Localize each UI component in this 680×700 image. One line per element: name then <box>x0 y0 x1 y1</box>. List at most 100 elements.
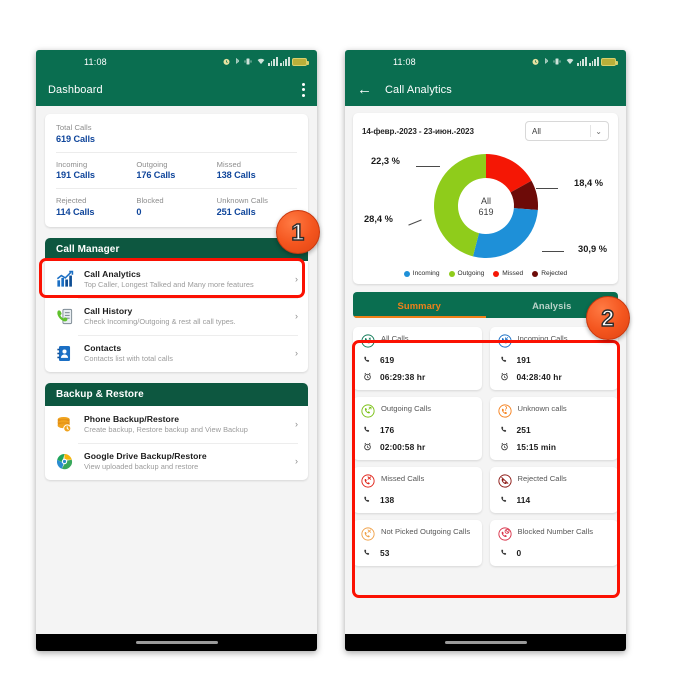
phone-right: 11:08 ← Call Analytics 14-февр.-2023 - 2… <box>345 50 626 651</box>
annotation-number: 1 <box>291 218 305 245</box>
section-title-call-manager: Call Manager <box>45 237 308 261</box>
section-backup-restore: Backup & Restore Phone Backup/Restore Cr… <box>45 382 308 480</box>
tab-summary[interactable]: Summary <box>353 292 486 318</box>
phone-icon <box>499 354 510 365</box>
signal-1-icon <box>577 57 587 66</box>
tab-bar: Summary Analysis <box>353 292 618 318</box>
section-call-manager: Call Manager Call Analytics Top Caller, … <box>45 237 308 372</box>
clock-icon <box>362 441 373 452</box>
battery-icon <box>292 57 309 66</box>
list-item-title: Contacts <box>84 342 122 353</box>
back-arrow-icon[interactable]: ← <box>357 82 372 97</box>
rejected-cell: Rejected 114 Calls <box>56 196 136 217</box>
missed-label: Missed <box>216 159 242 169</box>
phone-backup-row[interactable]: Phone Backup/Restore Create backup, Rest… <box>45 406 308 443</box>
system-nav-bar-right <box>345 634 626 651</box>
phone-icon <box>499 494 510 505</box>
contacts-icon <box>54 343 75 364</box>
card-duration: 02:00:58 hr <box>380 441 426 452</box>
stat-card-blocked-number-calls[interactable]: Blocked Number Calls 0 <box>489 520 618 566</box>
stat-card-missed-calls[interactable]: Missed Calls 138 <box>353 467 482 513</box>
card-duration-row: 02:00:58 hr <box>361 441 474 452</box>
list-item-title: Phone Backup/Restore <box>84 413 180 424</box>
card-title: Rejected Calls <box>517 474 567 483</box>
leader-line <box>542 251 564 252</box>
outgoing-cell: Outgoing 176 Calls <box>136 160 216 181</box>
google-drive-backup-row[interactable]: Google Drive Backup/Restore View uploade… <box>45 442 308 480</box>
incoming-label: Incoming <box>56 159 88 169</box>
pct-label-rejected: 18,4 % <box>574 178 603 188</box>
contacts-row[interactable]: Contacts Contacts list with total calls … <box>45 334 308 372</box>
list-item-title: Google Drive Backup/Restore <box>84 450 207 461</box>
stat-card-rejected-calls[interactable]: Rejected Calls 114 <box>489 467 618 513</box>
call-history-icon <box>54 306 75 327</box>
call-analytics-row[interactable]: Call Analytics Top Caller, Longest Talke… <box>45 261 308 298</box>
phone-icon <box>499 424 510 435</box>
not-picked-call-icon <box>361 527 375 541</box>
home-indicator[interactable] <box>135 641 218 644</box>
incoming-value: 191 Calls <box>56 170 95 180</box>
card-count: 251 <box>516 424 531 435</box>
donut-chart: All 619 22,3 % 18,4 % 28,4 % 30,9 % <box>362 145 609 267</box>
card-count-row: 191 <box>498 354 611 365</box>
signal-2-icon <box>280 57 290 66</box>
chevron-right-icon: › <box>295 419 298 429</box>
status-bar-left: 11:08 <box>36 50 317 73</box>
missed-cell: Missed 138 Calls <box>217 160 297 181</box>
filter-dropdown[interactable]: All ⌄ <box>525 121 609 141</box>
legend-item-rejected: Rejected <box>532 270 567 277</box>
card-count-row: 53 <box>361 547 474 558</box>
wifi-icon <box>566 58 574 65</box>
blocked-cell: Blocked 0 <box>136 196 216 217</box>
app-bar-left: Dashboard <box>36 73 317 106</box>
card-title: Unknown calls <box>517 404 567 413</box>
stat-card-unknown-calls[interactable]: Unknown calls 251 15:15 min <box>489 397 618 460</box>
stat-card-outgoing-calls[interactable]: Outgoing Calls 176 02:00:58 hr <box>353 397 482 460</box>
leader-line <box>536 188 558 189</box>
date-range-label[interactable]: 14-февр.-2023 - 23-июн.-2023 <box>362 127 474 136</box>
rejected-value: 114 Calls <box>56 206 95 217</box>
phone-icon <box>362 494 373 505</box>
list-item-subtitle: Create backup, Restore backup and View B… <box>84 425 248 435</box>
page-title: Call Analytics <box>385 83 452 96</box>
legend-item-missed: Missed <box>493 270 523 277</box>
annotation-badge-2: 2 <box>586 296 630 340</box>
legend-label: Incoming <box>412 270 440 277</box>
home-indicator[interactable] <box>444 641 527 644</box>
legend-dot-icon <box>403 270 410 277</box>
list-item-subtitle: View uploaded backup and restore <box>84 462 199 472</box>
phone-icon <box>362 354 373 365</box>
pct-label-incoming: 30,9 % <box>578 244 607 254</box>
card-count-row: 176 <box>361 424 474 435</box>
filter-value: All <box>532 126 541 136</box>
app-bar-right: ← Call Analytics <box>345 73 626 106</box>
card-count: 191 <box>516 354 531 365</box>
all-calls-icon <box>361 334 375 348</box>
legend-dot-icon <box>493 270 500 277</box>
call-history-row[interactable]: Call History Check Incoming/Outgoing & r… <box>45 297 308 335</box>
list-item-subtitle: Top Caller, Longest Talked and Many more… <box>84 280 254 290</box>
stat-card-all-calls[interactable]: All Calls 619 06:29:38 hr <box>353 327 482 390</box>
bluetooth-icon <box>235 58 239 64</box>
card-duration: 06:29:38 hr <box>380 371 426 382</box>
total-calls-cell: Total Calls 619 Calls <box>56 123 297 144</box>
screenshot-stage: 11:08 Dashboard Total Calls 619 Calls In… <box>0 0 680 700</box>
kebab-menu-icon[interactable] <box>302 82 305 97</box>
legend-dot-icon <box>448 270 455 277</box>
phone-icon <box>362 424 373 435</box>
incoming-cell: Incoming 191 Calls <box>56 160 136 181</box>
legend-label: Missed <box>502 270 524 277</box>
outgoing-call-icon <box>361 404 375 418</box>
legend-item-outgoing: Outgoing <box>448 270 484 277</box>
unknown-call-icon <box>497 404 512 418</box>
bluetooth-icon <box>544 58 548 64</box>
divider <box>590 125 591 137</box>
totals-row-2: Rejected 114 Calls Blocked 0 Unknown Cal… <box>56 196 297 217</box>
blocked-label: Blocked <box>136 196 164 205</box>
chart-header: 14-февр.-2023 - 23-июн.-2023 All ⌄ <box>362 121 609 141</box>
stat-card-not-picked-outgoing-calls[interactable]: Not Picked Outgoing Calls 53 <box>353 520 482 566</box>
card-header: Incoming Calls <box>497 334 611 348</box>
card-duration: 04:28:40 hr <box>516 371 562 382</box>
chevron-down-icon: ⌄ <box>595 126 602 136</box>
card-header: Blocked Number Calls <box>497 527 611 541</box>
